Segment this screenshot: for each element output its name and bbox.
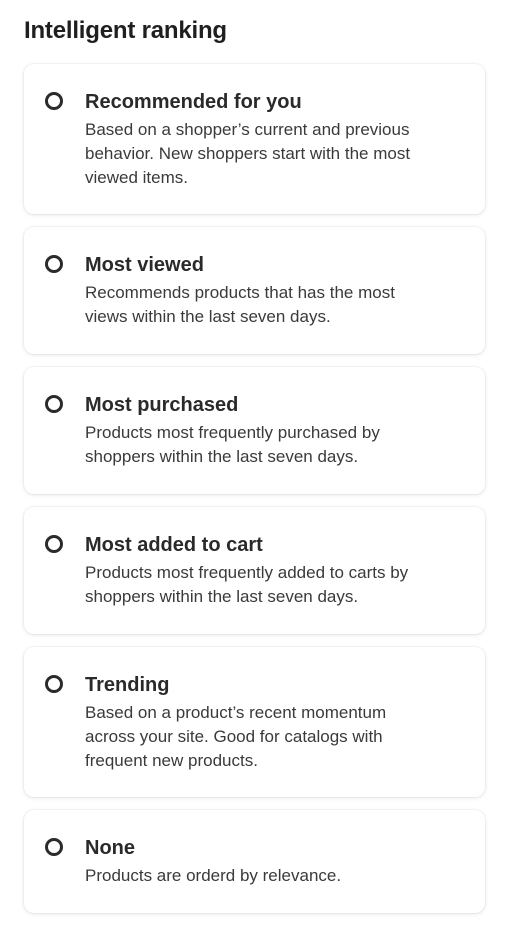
option-title: Recommended for you <box>85 91 302 113</box>
ranking-options-list: Recommended for you Based on a shopper’s… <box>24 64 486 913</box>
option-title: Most purchased <box>85 394 239 416</box>
option-text: Most viewed Recommends products that has… <box>63 227 485 351</box>
option-description: Based on a product’s recent momentum acr… <box>85 703 387 770</box>
option-text: Most purchased Products most frequently … <box>63 367 485 491</box>
radio-button[interactable] <box>45 675 63 693</box>
radio-button[interactable] <box>45 535 63 553</box>
option-description: Products are orderd by relevance. <box>85 866 342 885</box>
option-most-added-to-cart[interactable]: Most added to cart Products most frequen… <box>24 507 485 634</box>
radio-button[interactable] <box>45 838 63 856</box>
option-title: Most added to cart <box>85 534 263 556</box>
option-description: Products most frequently added to carts … <box>85 563 409 606</box>
option-text: Recommended for you Based on a shopper’s… <box>63 64 485 212</box>
option-recommended-for-you[interactable]: Recommended for you Based on a shopper’s… <box>24 64 485 214</box>
option-most-purchased[interactable]: Most purchased Products most frequently … <box>24 367 485 494</box>
option-text: None Products are orderd by relevance. <box>63 810 485 910</box>
intelligent-ranking-page: Intelligent ranking Recommended for you … <box>0 0 506 936</box>
option-description: Recommends products that has the most vi… <box>85 283 395 326</box>
option-title: Trending <box>85 674 170 696</box>
page-title: Intelligent ranking <box>24 17 227 44</box>
radio-button[interactable] <box>45 255 63 273</box>
option-title: Most viewed <box>85 254 204 276</box>
option-description: Products most frequently purchased by sh… <box>85 423 380 466</box>
option-text: Most added to cart Products most frequen… <box>63 507 485 631</box>
option-most-viewed[interactable]: Most viewed Recommends products that has… <box>24 227 485 354</box>
option-title: None <box>85 837 135 859</box>
option-description: Based on a shopper’s current and previou… <box>85 120 411 187</box>
option-none[interactable]: None Products are orderd by relevance. <box>24 810 485 913</box>
radio-button[interactable] <box>45 92 63 110</box>
radio-button[interactable] <box>45 395 63 413</box>
option-text: Trending Based on a product’s recent mom… <box>63 647 485 795</box>
option-trending[interactable]: Trending Based on a product’s recent mom… <box>24 647 485 797</box>
